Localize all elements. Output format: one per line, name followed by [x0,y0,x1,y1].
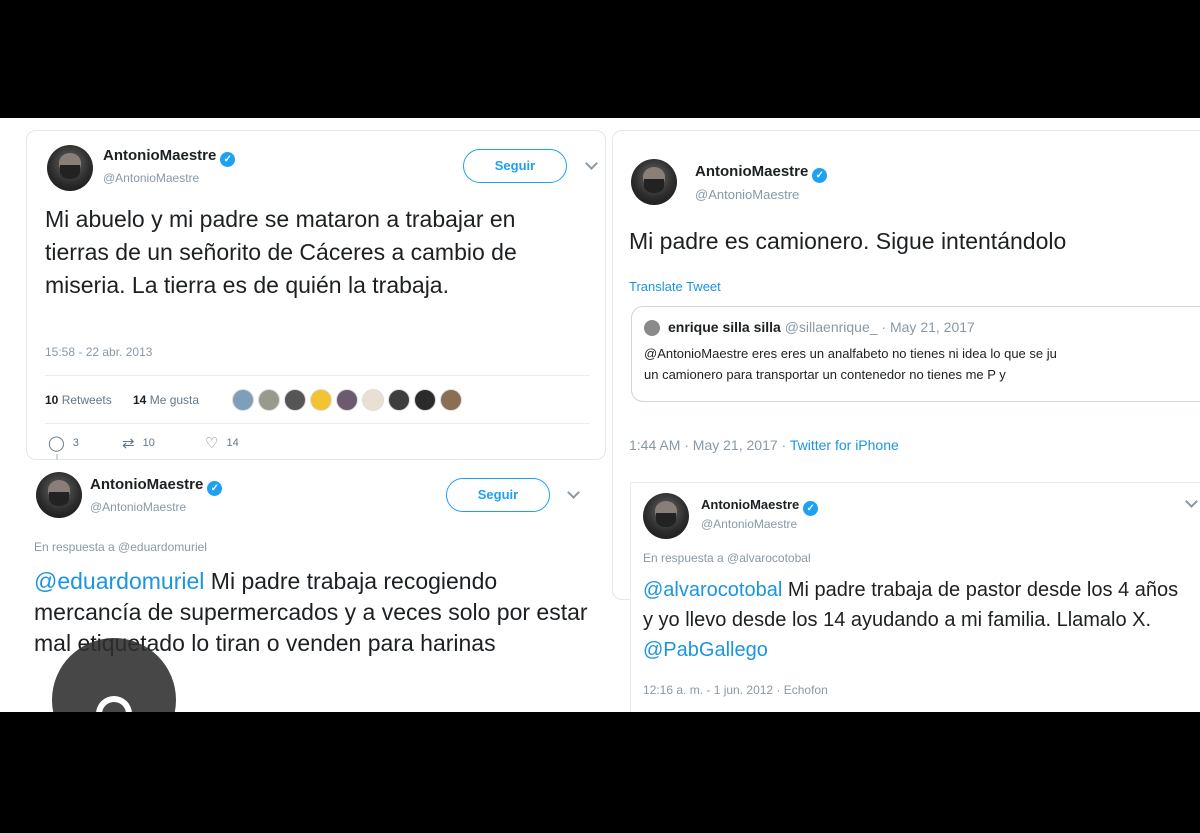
mention-link[interactable]: @PabGallego [643,639,768,661]
liker-avatars [232,389,462,411]
verified-icon: ✓ [803,501,819,516]
screenshot-collage: AntonioMaestre ✓ @AntonioMaestre Seguir M… [0,118,1200,712]
quoted-tweet[interactable]: enrique silla silla @sillaenrique_ · May… [631,306,1200,402]
retweet-action[interactable]: ⇄ 10 [122,434,155,452]
verified-icon: ✓ [220,152,236,167]
tweet-timestamp: 1:44 AM · May 21, 2017 · Twitter for iPh… [629,437,899,453]
quoted-text: @AntonioMaestre eres eres un analfabeto … [644,346,1057,382]
tweet-card-pastor: AntonioMaestre ✓ @AntonioMaestre En respu… [630,482,1200,712]
tweet-text: @alvarocotobal Mi padre trabaja de pasto… [643,579,1179,661]
quoted-author: enrique silla silla @sillaenrique_ · May… [668,319,975,335]
liker-avatar[interactable] [362,389,384,411]
tweet-card-abuelo: AntonioMaestre ✓ @AntonioMaestre Seguir M… [26,130,606,460]
chevron-down-icon[interactable] [567,486,580,499]
verified-icon: ✓ [812,168,828,183]
liker-avatar[interactable] [310,389,332,411]
reply-context: En respuesta a @eduardomuriel [34,540,207,554]
verified-icon: ✓ [207,481,223,496]
divider [45,375,590,376]
tweet-text: Mi abuelo y mi padre se mataron a trabaj… [45,206,517,298]
follow-button[interactable]: Seguir [463,149,567,183]
chevron-down-icon[interactable] [585,157,598,170]
liker-avatar[interactable] [258,389,280,411]
author-handle[interactable]: @AntonioMaestre [695,187,799,202]
retweet-icon: ⇄ [122,435,135,452]
source-label[interactable]: Echofon [784,683,828,697]
follow-button[interactable]: Seguir [446,478,550,512]
quoted-avatar [644,320,660,336]
source-link[interactable]: Twitter for iPhone [790,437,899,453]
heart-icon: ♡ [205,435,219,452]
translate-tweet-link[interactable]: Translate Tweet [629,279,721,294]
liker-avatar[interactable] [284,389,306,411]
author-handle[interactable]: @AntonioMaestre [103,171,199,185]
mention-link[interactable]: @eduardomuriel [34,568,204,594]
reply-context: En respuesta a @alvarocotobal [643,551,811,565]
tweet-timestamp[interactable]: 15:58 - 22 abr. 2013 [45,345,152,359]
author-handle[interactable]: @AntonioMaestre [701,517,797,531]
likes-stat[interactable]: 14 Me gusta [133,393,199,407]
author-name[interactable]: AntonioMaestre ✓ [90,476,223,496]
liker-avatar[interactable] [232,389,254,411]
avatar[interactable] [643,493,689,539]
author-name[interactable]: AntonioMaestre ✓ [695,163,828,183]
author-handle[interactable]: @AntonioMaestre [90,500,186,514]
tweet-text: Mi padre es camionero. Sigue intentándol… [629,228,1067,254]
chevron-down-icon[interactable] [1185,495,1198,508]
liker-avatar[interactable] [440,389,462,411]
tweet-timestamp: 12:16 a. m. - 1 jun. 2012 · Echofon [643,683,828,697]
liker-avatar[interactable] [336,389,358,411]
like-action[interactable]: ♡ 14 [205,434,239,452]
author-name[interactable]: AntonioMaestre ✓ [103,147,236,167]
liker-avatar[interactable] [414,389,436,411]
divider [45,423,590,424]
reply-icon: ◯ [48,435,65,452]
liker-avatar[interactable] [388,389,410,411]
avatar[interactable] [36,472,82,518]
retweets-stat[interactable]: 10 Retweets [45,393,112,407]
avatar[interactable] [631,159,677,205]
avatar[interactable] [47,145,93,191]
mention-link[interactable]: @alvarocotobal [643,579,782,601]
reply-action[interactable]: ◯ 3 [48,434,79,452]
author-name[interactable]: AntonioMaestre ✓ [701,497,819,516]
